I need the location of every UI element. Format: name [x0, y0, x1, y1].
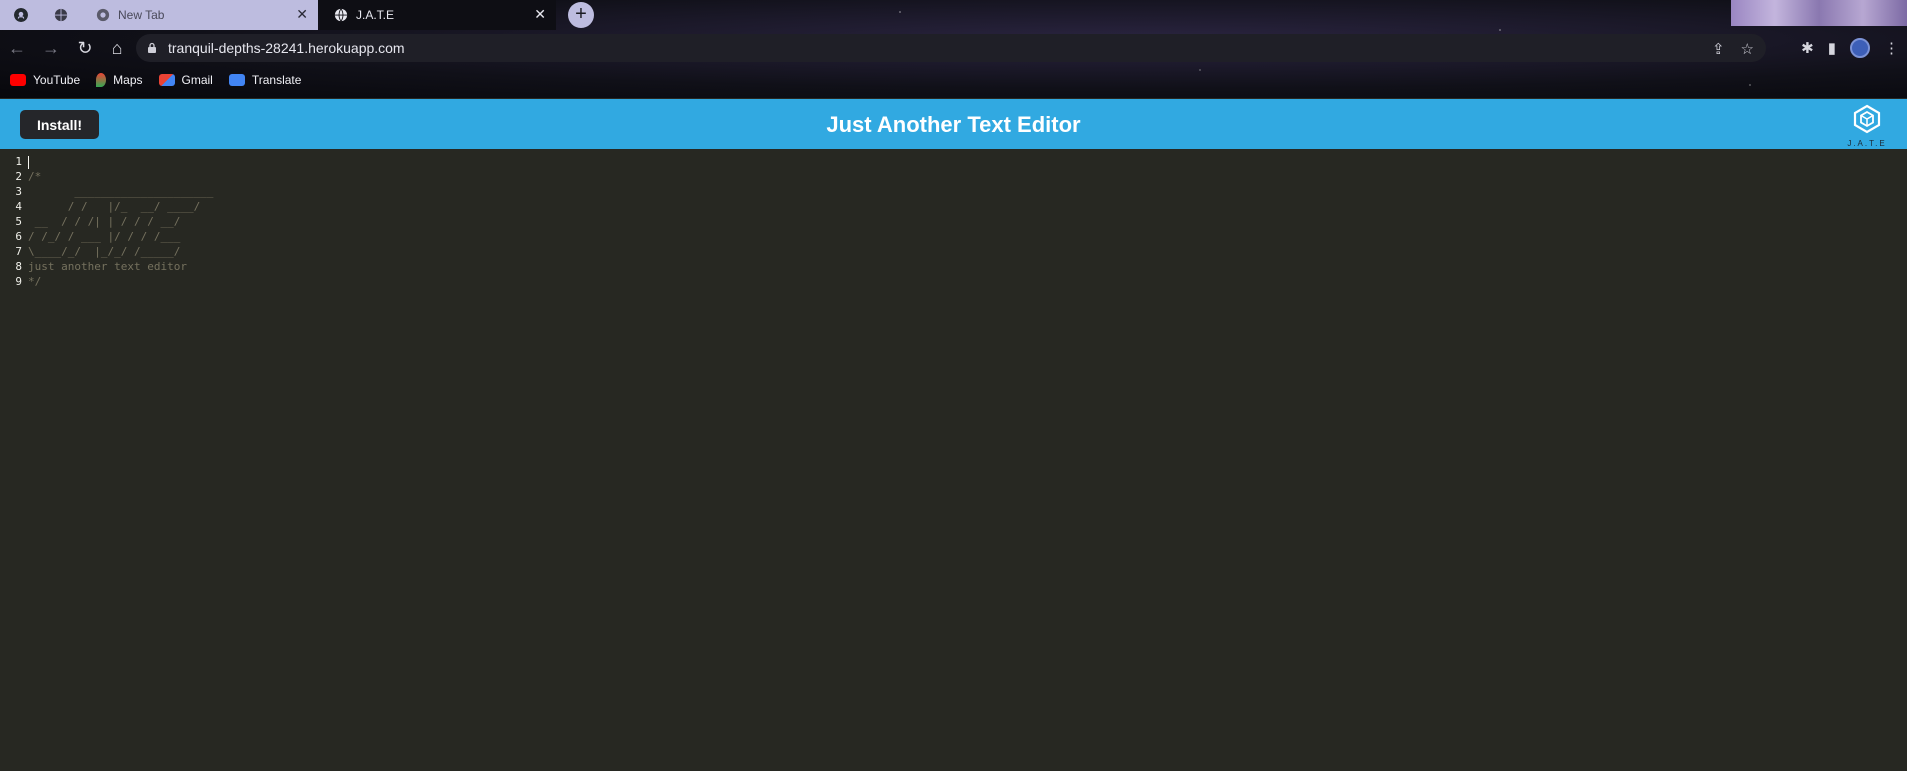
line-number: 5: [15, 215, 22, 228]
editor-line[interactable]: 9 */: [0, 274, 213, 289]
line-content[interactable]: _____________________: [22, 184, 213, 199]
bookmark-maps[interactable]: Maps: [96, 73, 143, 87]
chrome-icon: [96, 8, 110, 22]
jate-logo: J.A.T.E: [1843, 104, 1891, 148]
editor-line[interactable]: 7 \____/_/ |_/_/ /_____/: [0, 244, 213, 259]
close-icon[interactable]: ✕: [296, 7, 308, 21]
bookmark-star-icon[interactable]: ☆: [1741, 40, 1754, 58]
editor-line[interactable]: 6 / /_/ / ___ |/ / / /___: [0, 229, 213, 244]
bookmarks-bar: YouTube Maps Gmail Translate: [0, 68, 307, 92]
tab-title: New Tab: [118, 8, 165, 22]
translate-icon: [228, 74, 245, 86]
reload-icon[interactable]: ↻: [72, 35, 98, 61]
close-icon[interactable]: ✕: [534, 7, 546, 21]
bookmark-label: Translate: [251, 73, 302, 87]
line-number: 4: [15, 200, 22, 213]
share-icon[interactable]: ⇪: [1712, 40, 1725, 58]
url-text: tranquil-depths-28241.herokuapp.com: [168, 40, 405, 56]
gmail-icon: [158, 74, 175, 86]
back-arrow-icon[interactable]: ←: [4, 35, 30, 61]
tab-github[interactable]: [0, 0, 40, 30]
page-title: Just Another Text Editor: [826, 112, 1081, 137]
line-content[interactable]: just another text editor: [22, 259, 187, 274]
editor-line[interactable]: 3 _____________________: [0, 184, 213, 199]
bookmark-label: Gmail: [181, 73, 213, 87]
line-content[interactable]: \____/_/ |_/_/ /_____/: [22, 244, 180, 259]
browser-chrome: New Tab ✕ J.A.T.E ✕ + ← → ↻ ⌂ tranquil-d…: [0, 0, 1907, 98]
line-number: 3: [15, 185, 22, 198]
globe-icon: [334, 8, 348, 22]
line-content[interactable]: [22, 154, 29, 169]
line-number: 2: [15, 170, 22, 183]
bookmark-youtube[interactable]: YouTube: [10, 73, 80, 87]
line-content[interactable]: /*: [22, 169, 41, 184]
address-bar[interactable]: tranquil-depths-28241.herokuapp.com ⇪ ☆: [136, 34, 1766, 62]
editor-line[interactable]: 2 /*: [0, 169, 213, 184]
bookmark-label: YouTube: [33, 73, 81, 87]
github-icon: [14, 8, 28, 22]
forward-arrow-icon[interactable]: →: [38, 35, 64, 61]
line-number: 6: [15, 230, 22, 243]
line-content[interactable]: */: [22, 274, 41, 289]
app-header: Install! Just Another Text Editor J.A.T.…: [0, 99, 1907, 149]
tab-strip: New Tab ✕ J.A.T.E ✕ +: [0, 0, 1907, 30]
editor-line[interactable]: 4 / / |/_ __/ ____/: [0, 199, 213, 214]
side-panel-icon[interactable]: ▮: [1828, 39, 1836, 57]
home-icon[interactable]: ⌂: [104, 35, 130, 61]
browser-toolbar: ← → ↻ ⌂ tranquil-depths-28241.herokuapp.…: [0, 30, 1907, 66]
line-number: 9: [15, 275, 22, 288]
profile-avatar[interactable]: [1850, 38, 1870, 58]
bookmark-label: Maps: [113, 73, 143, 87]
window-corner-thumbnail: [1731, 0, 1907, 26]
code-editor[interactable]: 1 2 /* 3 _____________________ 4 / / |/_…: [0, 149, 1907, 771]
editor-line[interactable]: 8 just another text editor: [0, 259, 213, 274]
line-content[interactable]: / /_/ / ___ |/ / / /___: [22, 229, 180, 244]
extensions-icon[interactable]: ✱: [1801, 39, 1814, 57]
lock-icon: [148, 42, 156, 53]
editor-line[interactable]: 1: [0, 154, 213, 169]
line-content[interactable]: / / |/_ __/ ____/: [22, 199, 200, 214]
editor-lines: 1 2 /* 3 _____________________ 4 / / |/_…: [0, 154, 213, 289]
globe-icon: [54, 8, 68, 22]
line-number: 8: [15, 260, 22, 273]
new-tab-button[interactable]: +: [568, 2, 594, 28]
cube-logo-icon: [1853, 104, 1881, 134]
text-cursor: [28, 155, 29, 169]
line-content[interactable]: __ / / /| | / / / __/: [22, 214, 181, 229]
menu-icon[interactable]: ⋮: [1884, 39, 1899, 57]
editor-line[interactable]: 5 __ / / /| | / / / __/: [0, 214, 213, 229]
youtube-icon: [10, 74, 26, 86]
logo-text: J.A.T.E: [1847, 139, 1887, 148]
line-number: 7: [15, 245, 22, 258]
tab-new-tab[interactable]: New Tab ✕: [82, 0, 318, 30]
tab-jate[interactable]: J.A.T.E ✕: [320, 0, 556, 30]
line-number: 1: [15, 155, 22, 168]
tab-title: J.A.T.E: [356, 8, 395, 22]
bookmark-translate[interactable]: Translate: [228, 73, 302, 87]
maps-icon: [96, 73, 107, 87]
tab-globe[interactable]: [40, 0, 82, 30]
bookmark-gmail[interactable]: Gmail: [158, 73, 213, 87]
